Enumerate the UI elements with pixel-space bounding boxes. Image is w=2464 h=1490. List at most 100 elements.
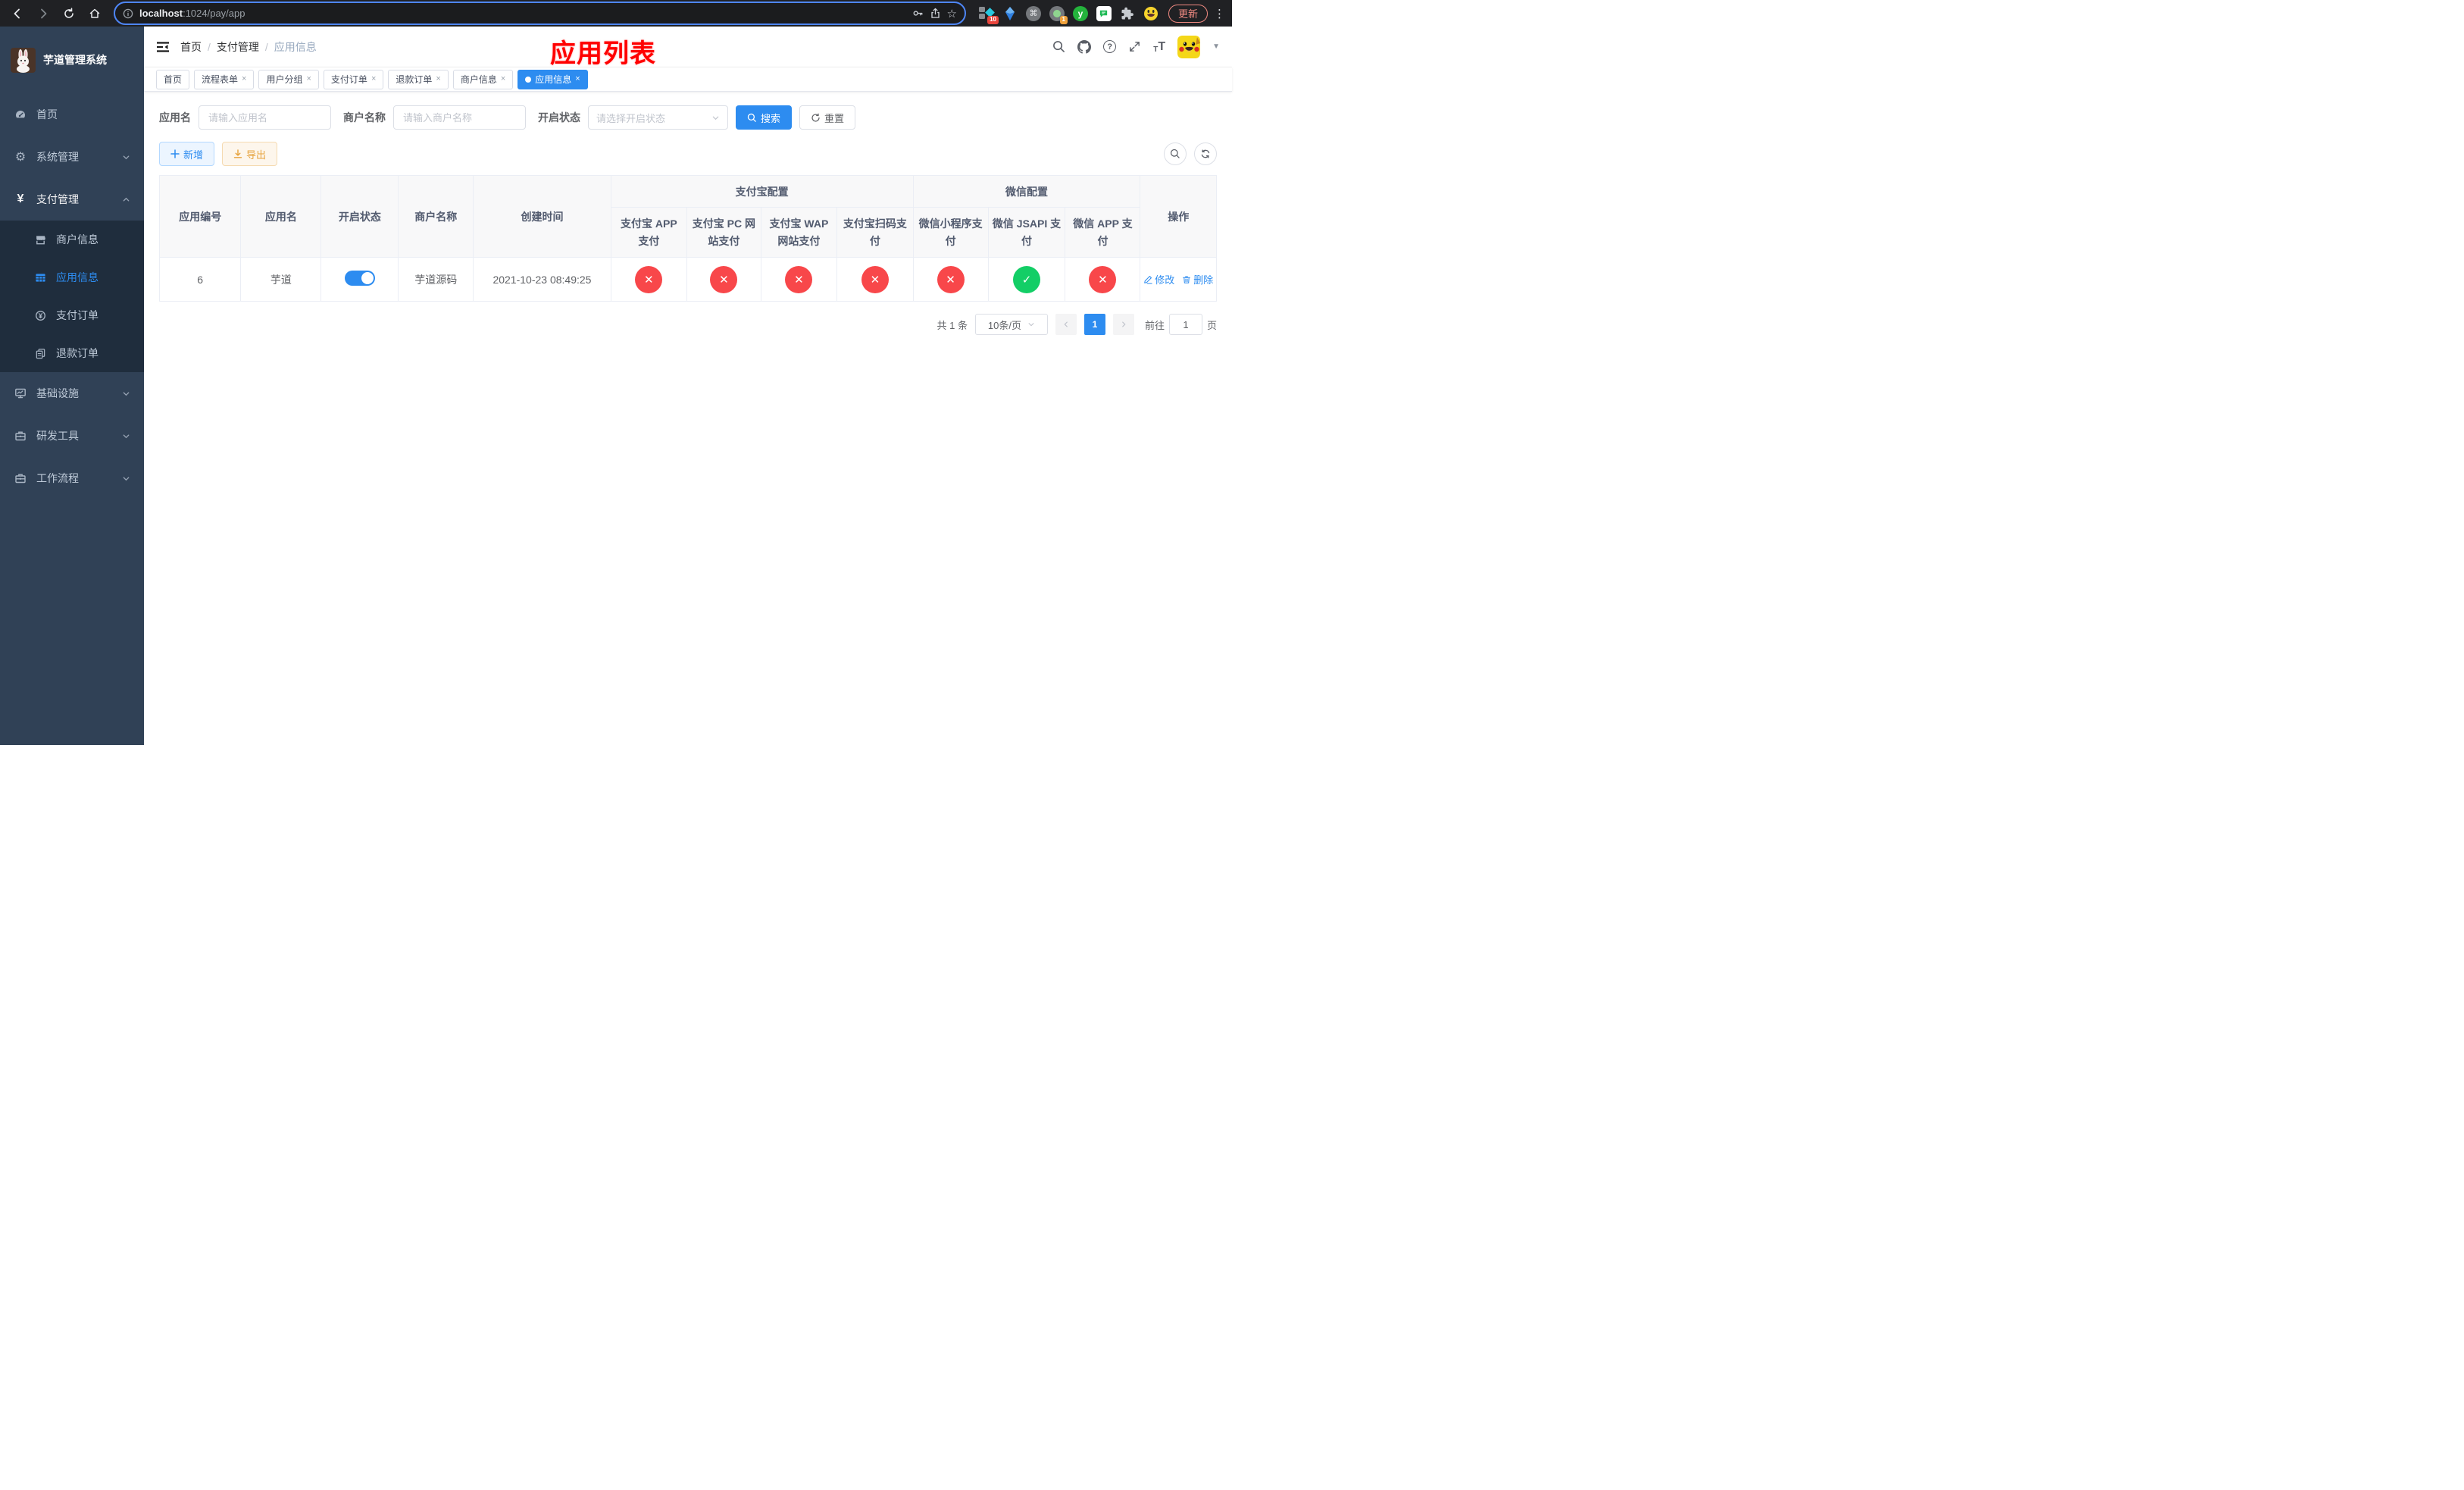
sidebar-item-label: 系统管理 (36, 151, 79, 163)
ext-emoji-icon[interactable] (1143, 5, 1159, 22)
close-icon[interactable]: × (371, 75, 376, 83)
cell-status (321, 257, 399, 302)
reset-button[interactable]: 重置 (799, 105, 856, 130)
show-search-button[interactable] (1164, 142, 1187, 165)
col-alipay-wap: 支付宝 WAP 网站支付 (760, 207, 838, 258)
tag-process-form[interactable]: 流程表单 × (194, 69, 255, 89)
ext-badge-10: 10 (987, 15, 999, 24)
sidebar-item-merchant-info[interactable]: 商户信息 (0, 221, 144, 258)
close-icon[interactable]: × (306, 75, 311, 83)
search-button[interactable]: 搜索 (736, 105, 793, 130)
chevron-down-icon (1027, 321, 1035, 328)
breadcrumb-home[interactable]: 首页 (180, 39, 202, 55)
sidebar-item-pay-order[interactable]: 支付订单 (0, 296, 144, 334)
cell-actions: 修改 删除 (1140, 257, 1217, 302)
pagination-total: 共 1 条 (937, 319, 968, 331)
refresh-table-button[interactable] (1194, 142, 1217, 165)
toolbox-icon (14, 472, 27, 484)
sidebar-item-refund-order[interactable]: 退款订单 (0, 334, 144, 372)
tag-app-info[interactable]: 应用信息 × (518, 69, 588, 89)
col-wx-jsapi: 微信 JSAPI 支付 (987, 207, 1066, 258)
page-1-button[interactable]: 1 (1083, 314, 1105, 335)
add-button[interactable]: 新增 (159, 142, 215, 166)
plus-icon (170, 149, 180, 158)
tag-pay-order[interactable]: 支付订单 × (323, 69, 384, 89)
chevron-down-icon (122, 153, 130, 161)
share-icon[interactable] (930, 8, 941, 19)
ext-y-icon[interactable]: y (1072, 5, 1089, 22)
page-size-select[interactable]: 10条/页 (974, 314, 1048, 335)
wx-jsapi-status-icon (1013, 265, 1041, 293)
help-icon[interactable]: ? (1103, 40, 1117, 53)
next-page-button[interactable] (1112, 314, 1134, 335)
sidebar-item-workflow[interactable]: 工作流程 (0, 457, 144, 499)
prev-page-button[interactable] (1055, 314, 1077, 335)
sidebar-item-system[interactable]: ⚙ 系统管理 (0, 136, 144, 178)
col-group-wechat: 微信配置 (912, 175, 1141, 208)
export-button[interactable]: 导出 (222, 142, 278, 166)
close-icon[interactable]: × (575, 75, 580, 83)
browser-home-icon[interactable] (85, 4, 105, 23)
close-icon[interactable]: × (436, 75, 440, 83)
avatar-caret-icon[interactable]: ▼ (1212, 42, 1220, 51)
ext-chat-icon[interactable] (1096, 5, 1112, 22)
breadcrumb-payment[interactable]: 支付管理 (217, 39, 259, 55)
ext-gem-icon[interactable] (1002, 5, 1018, 22)
browser-menu-icon[interactable]: ⋮ (1214, 7, 1225, 20)
browser-back-icon[interactable] (8, 4, 27, 23)
sidebar-item-label: 工作流程 (36, 472, 79, 484)
avatar[interactable] (1177, 35, 1201, 58)
header-search-icon[interactable] (1052, 40, 1065, 53)
status-select[interactable]: 请选择开启状态 (588, 105, 728, 130)
goto-page-input[interactable] (1168, 314, 1202, 335)
cell-merchant: 芋道源码 (398, 257, 474, 302)
status-toggle[interactable] (344, 271, 375, 286)
extensions-puzzle-icon[interactable] (1119, 5, 1136, 22)
address-bar[interactable]: localhost:1024/pay/app ☆ (114, 2, 966, 25)
browser-forward-icon[interactable] (33, 4, 53, 23)
tag-home[interactable]: 首页 (156, 69, 190, 89)
ext-devtools-icon[interactable]: 10 (978, 5, 999, 24)
col-wx-app: 微信 APP 支付 (1065, 207, 1141, 258)
url-domain: localhost (139, 8, 183, 19)
chevron-up-icon (122, 196, 130, 204)
delete-link[interactable]: 删除 (1182, 272, 1213, 286)
breadcrumb-current: 应用信息 (274, 40, 317, 53)
browser-update-button[interactable]: 更新 (1168, 4, 1208, 23)
col-app-id: 应用编号 (158, 175, 242, 258)
main-area: 应用列表 首页 / 支付管理 / 应用信息 ? T T ▼ 首页 流程表单 × … (144, 27, 1232, 745)
tag-user-group[interactable]: 用户分组 × (258, 69, 319, 89)
close-icon[interactable]: × (501, 75, 505, 83)
col-merchant: 商户名称 (398, 175, 474, 258)
sidebar-item-home[interactable]: 首页 (0, 93, 144, 136)
app-title: 芋道管理系统 (43, 54, 107, 66)
tag-refund-order[interactable]: 退款订单 × (388, 69, 449, 89)
sidebar-item-infrastructure[interactable]: 基础设施 (0, 372, 144, 415)
edit-link[interactable]: 修改 (1143, 272, 1174, 286)
bookmark-star-icon[interactable]: ☆ (947, 7, 957, 20)
github-icon[interactable] (1077, 39, 1092, 54)
sidebar-logo[interactable]: 芋道管理系统 (0, 27, 144, 93)
fullscreen-icon[interactable] (1128, 40, 1141, 53)
ext-command-icon[interactable]: ⌘ (1025, 5, 1042, 22)
tag-merchant-info[interactable]: 商户信息 × (452, 69, 514, 89)
sidebar-collapse-icon[interactable] (156, 41, 170, 53)
sidebar-item-payment[interactable]: ¥ 支付管理 (0, 178, 144, 221)
screen: localhost:1024/pay/app ☆ 10 ⌘ 1 y 更新 ⋮ 芋… (0, 0, 1232, 745)
browser-toolbar: localhost:1024/pay/app ☆ 10 ⌘ 1 y 更新 ⋮ (0, 0, 1232, 27)
sidebar-item-dev-tools[interactable]: 研发工具 (0, 415, 144, 457)
app-shell: 芋道管理系统 首页 ⚙ 系统管理 ¥ 支付管理 商户信息 应用信息 支付订单 退… (0, 27, 1232, 745)
close-icon[interactable]: × (242, 75, 246, 83)
site-info-icon[interactable] (123, 8, 133, 19)
sidebar: 芋道管理系统 首页 ⚙ 系统管理 ¥ 支付管理 商户信息 应用信息 支付订单 退… (0, 27, 144, 745)
url-text: localhost:1024/pay/app (139, 8, 245, 19)
logo-rabbit-image (11, 47, 36, 73)
app-name-input[interactable] (199, 105, 331, 130)
merchant-name-input[interactable] (393, 105, 526, 130)
ext-recorder-icon[interactable]: 1 (1049, 5, 1068, 24)
browser-reload-icon[interactable] (59, 4, 79, 23)
col-status: 开启状态 (321, 175, 399, 258)
sidebar-item-app-info[interactable]: 应用信息 (0, 258, 144, 296)
password-key-icon[interactable] (912, 8, 924, 19)
font-size-icon[interactable]: TT (1153, 40, 1165, 54)
